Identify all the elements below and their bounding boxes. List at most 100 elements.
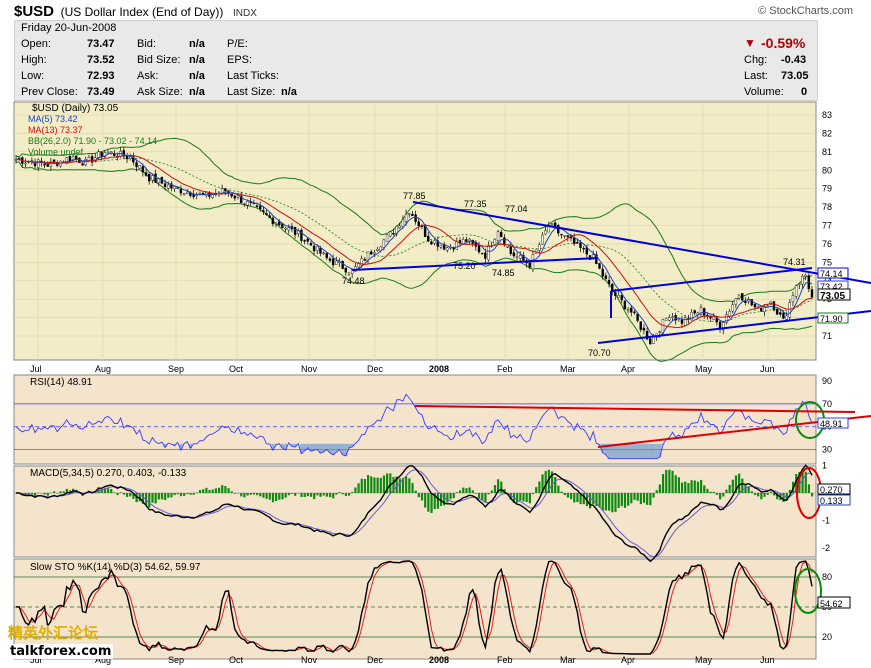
candle-body — [325, 253, 328, 259]
macd-hist-bar — [642, 493, 646, 503]
month-label-bottom: Jun — [760, 655, 775, 665]
macd-hist-bar — [236, 492, 240, 494]
rsi-oversold-fill — [620, 443, 624, 459]
candle-body — [81, 163, 84, 166]
month-label: Aug — [95, 364, 111, 374]
macd-hist-bar — [214, 488, 217, 493]
sto-tick-label: 20 — [822, 632, 832, 642]
macd-hist-bar — [687, 483, 690, 493]
candle-body — [658, 331, 661, 333]
candle-body — [728, 311, 731, 317]
candle-body — [772, 301, 776, 311]
macd-tick-label: -1 — [822, 516, 830, 526]
candle-body — [652, 336, 655, 344]
rsi-oversold-fill — [642, 443, 646, 459]
candle-body — [760, 308, 763, 312]
annotation-74-48: 74.48 — [342, 276, 365, 286]
macd-hist-bar — [351, 491, 354, 493]
candle-body — [24, 162, 27, 165]
candle-body — [465, 239, 468, 242]
macd-hist-bar — [306, 493, 309, 497]
candle-body — [734, 298, 738, 305]
annotation-74-31: 74.31 — [783, 257, 806, 267]
macd-right-label-hist: 0.133 — [820, 496, 843, 506]
right-label-bb-upper: 74.14 — [820, 269, 843, 279]
candle-body — [804, 274, 807, 277]
candle-body — [163, 183, 167, 187]
macd-hist-bar — [769, 491, 772, 493]
macd-hist-bar — [706, 488, 709, 493]
macd-hist-bar — [668, 469, 671, 493]
price-tick-label: 78 — [822, 202, 832, 212]
macd-hist-bar — [728, 484, 731, 493]
macd-hist-bar — [217, 487, 221, 493]
macd-hist-bar — [208, 489, 211, 493]
candle-body — [319, 247, 322, 254]
macd-hist-bar — [56, 493, 59, 494]
rsi-oversold-fill — [623, 443, 627, 459]
candle-body — [500, 231, 503, 237]
macd-hist-bar — [363, 478, 367, 493]
macd-hist-bar — [173, 493, 176, 496]
macd-hist-bar — [601, 493, 604, 511]
macd-hist-bar — [757, 493, 760, 497]
legend-ma5: MA(5) 73.42 — [28, 114, 78, 124]
candle-body — [604, 275, 608, 279]
rsi-oversold-fill — [645, 443, 649, 459]
candle-body — [484, 252, 487, 259]
macd-hist-bar — [652, 493, 655, 498]
macd-hist-bar — [522, 493, 525, 502]
macd-hist-bar — [636, 493, 639, 501]
macd-hist-bar — [221, 485, 224, 493]
candle-body — [167, 184, 170, 189]
macd-hist-bar — [290, 493, 294, 494]
month-label: Jun — [760, 364, 775, 374]
macd-hist-bar — [417, 493, 420, 498]
macd-hist-bar — [268, 493, 271, 500]
candle-body — [623, 300, 627, 310]
macd-hist-bar — [490, 490, 493, 493]
candle-body — [506, 246, 509, 248]
macd-tick-label: 1 — [822, 461, 827, 471]
candle-body — [246, 201, 249, 206]
candle-body — [392, 232, 395, 235]
macd-y-axis: 10-1-2 — [822, 461, 830, 554]
sto-tick-label: 80 — [822, 572, 832, 582]
watermark-url: talkforex.com — [8, 644, 114, 659]
rsi-tick-label: 70 — [822, 399, 832, 409]
macd-hist-bar — [474, 493, 478, 494]
macd-hist-bar — [382, 475, 386, 493]
annotation-77-04: 77.04 — [505, 204, 528, 214]
rsi-oversold-fill — [655, 443, 659, 459]
month-label: Apr — [621, 364, 635, 374]
candle-body — [544, 230, 547, 235]
macd-hist-bar — [582, 493, 585, 505]
macd-hist-bar — [287, 493, 290, 496]
rsi-title: RSI(14) 48.91 — [30, 377, 93, 388]
candle-body — [182, 192, 186, 196]
candle-body — [97, 151, 100, 158]
candle-body — [144, 172, 148, 176]
candle-body — [519, 255, 522, 259]
candle-body — [477, 245, 481, 253]
price-tick-label: 81 — [822, 147, 832, 157]
candle-body — [515, 256, 519, 258]
candle-body — [106, 151, 110, 154]
month-label: 2008 — [429, 364, 449, 374]
candle-body — [753, 304, 757, 308]
candle-body — [785, 315, 788, 320]
candle-body — [496, 231, 500, 242]
right-label-last: 73.05 — [820, 291, 845, 302]
candle-body — [262, 210, 265, 213]
macd-hist-bar — [569, 493, 573, 500]
candle-body — [550, 223, 554, 226]
candle-body — [680, 319, 684, 324]
right-label-bb-lower: 71.90 — [820, 314, 843, 324]
macd-hist-bar — [186, 493, 189, 495]
macd-hist-bar — [59, 491, 62, 493]
macd-hist-bar — [183, 493, 186, 496]
macd-hist-bar — [436, 493, 439, 509]
macd-hist-bar — [639, 493, 642, 505]
candle-body — [810, 289, 814, 298]
macd-hist-bar — [573, 493, 576, 503]
